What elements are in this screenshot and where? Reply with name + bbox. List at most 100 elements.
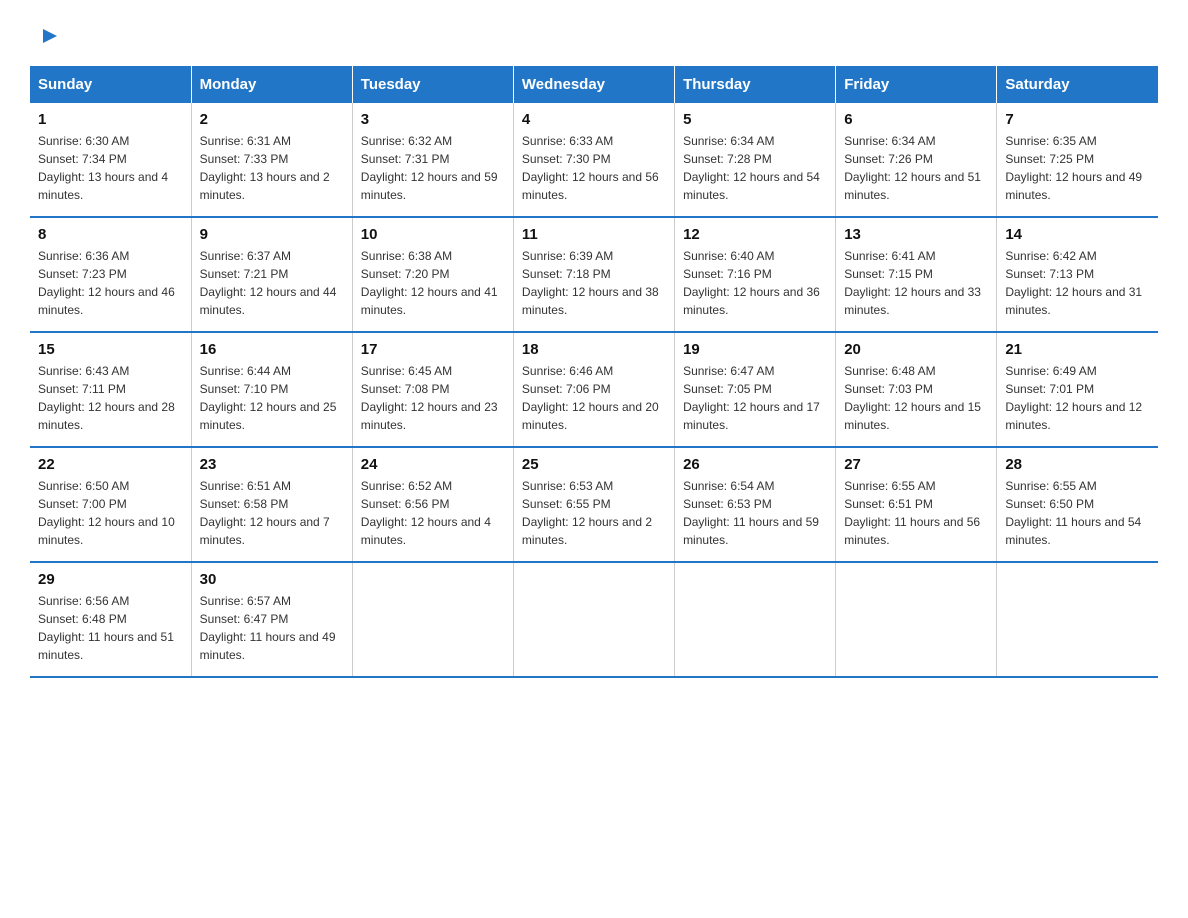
day-info: Sunrise: 6:49 AM Sunset: 7:01 PM Dayligh… [1005, 362, 1150, 434]
day-info: Sunrise: 6:33 AM Sunset: 7:30 PM Dayligh… [522, 132, 666, 204]
day-info: Sunrise: 6:57 AM Sunset: 6:47 PM Dayligh… [200, 592, 344, 664]
calendar-cell: 11 Sunrise: 6:39 AM Sunset: 7:18 PM Dayl… [513, 217, 674, 332]
calendar-cell: 27 Sunrise: 6:55 AM Sunset: 6:51 PM Dayl… [836, 447, 997, 562]
calendar-week-row: 22 Sunrise: 6:50 AM Sunset: 7:00 PM Dayl… [30, 447, 1158, 562]
day-info: Sunrise: 6:55 AM Sunset: 6:50 PM Dayligh… [1005, 477, 1150, 549]
calendar-cell: 19 Sunrise: 6:47 AM Sunset: 7:05 PM Dayl… [675, 332, 836, 447]
calendar-cell: 1 Sunrise: 6:30 AM Sunset: 7:34 PM Dayli… [30, 103, 191, 217]
calendar-week-row: 29 Sunrise: 6:56 AM Sunset: 6:48 PM Dayl… [30, 562, 1158, 677]
day-info: Sunrise: 6:36 AM Sunset: 7:23 PM Dayligh… [38, 247, 183, 319]
weekday-header-thursday: Thursday [675, 66, 836, 103]
calendar-week-row: 1 Sunrise: 6:30 AM Sunset: 7:34 PM Dayli… [30, 103, 1158, 217]
day-info: Sunrise: 6:42 AM Sunset: 7:13 PM Dayligh… [1005, 247, 1150, 319]
day-number: 16 [200, 341, 344, 358]
day-number: 13 [844, 226, 988, 243]
calendar-cell [997, 562, 1158, 677]
calendar-cell: 3 Sunrise: 6:32 AM Sunset: 7:31 PM Dayli… [352, 103, 513, 217]
day-info: Sunrise: 6:54 AM Sunset: 6:53 PM Dayligh… [683, 477, 827, 549]
calendar-cell: 7 Sunrise: 6:35 AM Sunset: 7:25 PM Dayli… [997, 103, 1158, 217]
day-info: Sunrise: 6:43 AM Sunset: 7:11 PM Dayligh… [38, 362, 183, 434]
calendar-cell [513, 562, 674, 677]
calendar-week-row: 15 Sunrise: 6:43 AM Sunset: 7:11 PM Dayl… [30, 332, 1158, 447]
calendar-cell: 8 Sunrise: 6:36 AM Sunset: 7:23 PM Dayli… [30, 217, 191, 332]
calendar-cell: 10 Sunrise: 6:38 AM Sunset: 7:20 PM Dayl… [352, 217, 513, 332]
calendar-cell: 20 Sunrise: 6:48 AM Sunset: 7:03 PM Dayl… [836, 332, 997, 447]
calendar-cell: 30 Sunrise: 6:57 AM Sunset: 6:47 PM Dayl… [191, 562, 352, 677]
day-number: 11 [522, 226, 666, 243]
logo-general-text [30, 20, 41, 52]
calendar-header: SundayMondayTuesdayWednesdayThursdayFrid… [30, 66, 1158, 103]
day-number: 1 [38, 111, 183, 128]
weekday-header-wednesday: Wednesday [513, 66, 674, 103]
day-number: 23 [200, 456, 344, 473]
calendar-cell: 4 Sunrise: 6:33 AM Sunset: 7:30 PM Dayli… [513, 103, 674, 217]
page-header [30, 20, 1158, 46]
weekday-header-friday: Friday [836, 66, 997, 103]
calendar-cell: 26 Sunrise: 6:54 AM Sunset: 6:53 PM Dayl… [675, 447, 836, 562]
day-number: 20 [844, 341, 988, 358]
calendar-cell: 14 Sunrise: 6:42 AM Sunset: 7:13 PM Dayl… [997, 217, 1158, 332]
day-info: Sunrise: 6:47 AM Sunset: 7:05 PM Dayligh… [683, 362, 827, 434]
day-number: 29 [38, 571, 183, 588]
day-number: 15 [38, 341, 183, 358]
day-info: Sunrise: 6:46 AM Sunset: 7:06 PM Dayligh… [522, 362, 666, 434]
day-number: 12 [683, 226, 827, 243]
weekday-header-monday: Monday [191, 66, 352, 103]
day-info: Sunrise: 6:38 AM Sunset: 7:20 PM Dayligh… [361, 247, 505, 319]
day-number: 7 [1005, 111, 1150, 128]
calendar-cell: 28 Sunrise: 6:55 AM Sunset: 6:50 PM Dayl… [997, 447, 1158, 562]
calendar-cell: 22 Sunrise: 6:50 AM Sunset: 7:00 PM Dayl… [30, 447, 191, 562]
day-number: 6 [844, 111, 988, 128]
day-number: 24 [361, 456, 505, 473]
calendar-table: SundayMondayTuesdayWednesdayThursdayFrid… [30, 66, 1158, 678]
calendar-cell: 18 Sunrise: 6:46 AM Sunset: 7:06 PM Dayl… [513, 332, 674, 447]
day-info: Sunrise: 6:35 AM Sunset: 7:25 PM Dayligh… [1005, 132, 1150, 204]
day-info: Sunrise: 6:45 AM Sunset: 7:08 PM Dayligh… [361, 362, 505, 434]
day-info: Sunrise: 6:31 AM Sunset: 7:33 PM Dayligh… [200, 132, 344, 204]
calendar-cell: 29 Sunrise: 6:56 AM Sunset: 6:48 PM Dayl… [30, 562, 191, 677]
day-number: 4 [522, 111, 666, 128]
day-info: Sunrise: 6:34 AM Sunset: 7:28 PM Dayligh… [683, 132, 827, 204]
day-info: Sunrise: 6:53 AM Sunset: 6:55 PM Dayligh… [522, 477, 666, 549]
calendar-cell: 6 Sunrise: 6:34 AM Sunset: 7:26 PM Dayli… [836, 103, 997, 217]
calendar-cell: 24 Sunrise: 6:52 AM Sunset: 6:56 PM Dayl… [352, 447, 513, 562]
day-info: Sunrise: 6:34 AM Sunset: 7:26 PM Dayligh… [844, 132, 988, 204]
day-info: Sunrise: 6:40 AM Sunset: 7:16 PM Dayligh… [683, 247, 827, 319]
calendar-cell: 25 Sunrise: 6:53 AM Sunset: 6:55 PM Dayl… [513, 447, 674, 562]
day-number: 19 [683, 341, 827, 358]
day-info: Sunrise: 6:52 AM Sunset: 6:56 PM Dayligh… [361, 477, 505, 549]
day-number: 27 [844, 456, 988, 473]
weekday-header-tuesday: Tuesday [352, 66, 513, 103]
calendar-cell: 5 Sunrise: 6:34 AM Sunset: 7:28 PM Dayli… [675, 103, 836, 217]
calendar-cell: 2 Sunrise: 6:31 AM Sunset: 7:33 PM Dayli… [191, 103, 352, 217]
day-info: Sunrise: 6:48 AM Sunset: 7:03 PM Dayligh… [844, 362, 988, 434]
day-number: 25 [522, 456, 666, 473]
day-number: 3 [361, 111, 505, 128]
day-number: 22 [38, 456, 183, 473]
calendar-body: 1 Sunrise: 6:30 AM Sunset: 7:34 PM Dayli… [30, 103, 1158, 677]
calendar-week-row: 8 Sunrise: 6:36 AM Sunset: 7:23 PM Dayli… [30, 217, 1158, 332]
day-number: 30 [200, 571, 344, 588]
day-number: 28 [1005, 456, 1150, 473]
day-info: Sunrise: 6:55 AM Sunset: 6:51 PM Dayligh… [844, 477, 988, 549]
calendar-cell: 17 Sunrise: 6:45 AM Sunset: 7:08 PM Dayl… [352, 332, 513, 447]
calendar-cell [836, 562, 997, 677]
logo-flag-icon [41, 27, 59, 45]
day-number: 18 [522, 341, 666, 358]
calendar-cell: 9 Sunrise: 6:37 AM Sunset: 7:21 PM Dayli… [191, 217, 352, 332]
calendar-cell: 13 Sunrise: 6:41 AM Sunset: 7:15 PM Dayl… [836, 217, 997, 332]
day-info: Sunrise: 6:30 AM Sunset: 7:34 PM Dayligh… [38, 132, 183, 204]
calendar-cell [675, 562, 836, 677]
day-info: Sunrise: 6:41 AM Sunset: 7:15 PM Dayligh… [844, 247, 988, 319]
day-info: Sunrise: 6:32 AM Sunset: 7:31 PM Dayligh… [361, 132, 505, 204]
day-number: 14 [1005, 226, 1150, 243]
calendar-cell: 12 Sunrise: 6:40 AM Sunset: 7:16 PM Dayl… [675, 217, 836, 332]
logo [30, 20, 41, 46]
day-info: Sunrise: 6:37 AM Sunset: 7:21 PM Dayligh… [200, 247, 344, 319]
day-number: 10 [361, 226, 505, 243]
calendar-cell [352, 562, 513, 677]
day-number: 17 [361, 341, 505, 358]
day-number: 9 [200, 226, 344, 243]
weekday-header-saturday: Saturday [997, 66, 1158, 103]
day-number: 26 [683, 456, 827, 473]
